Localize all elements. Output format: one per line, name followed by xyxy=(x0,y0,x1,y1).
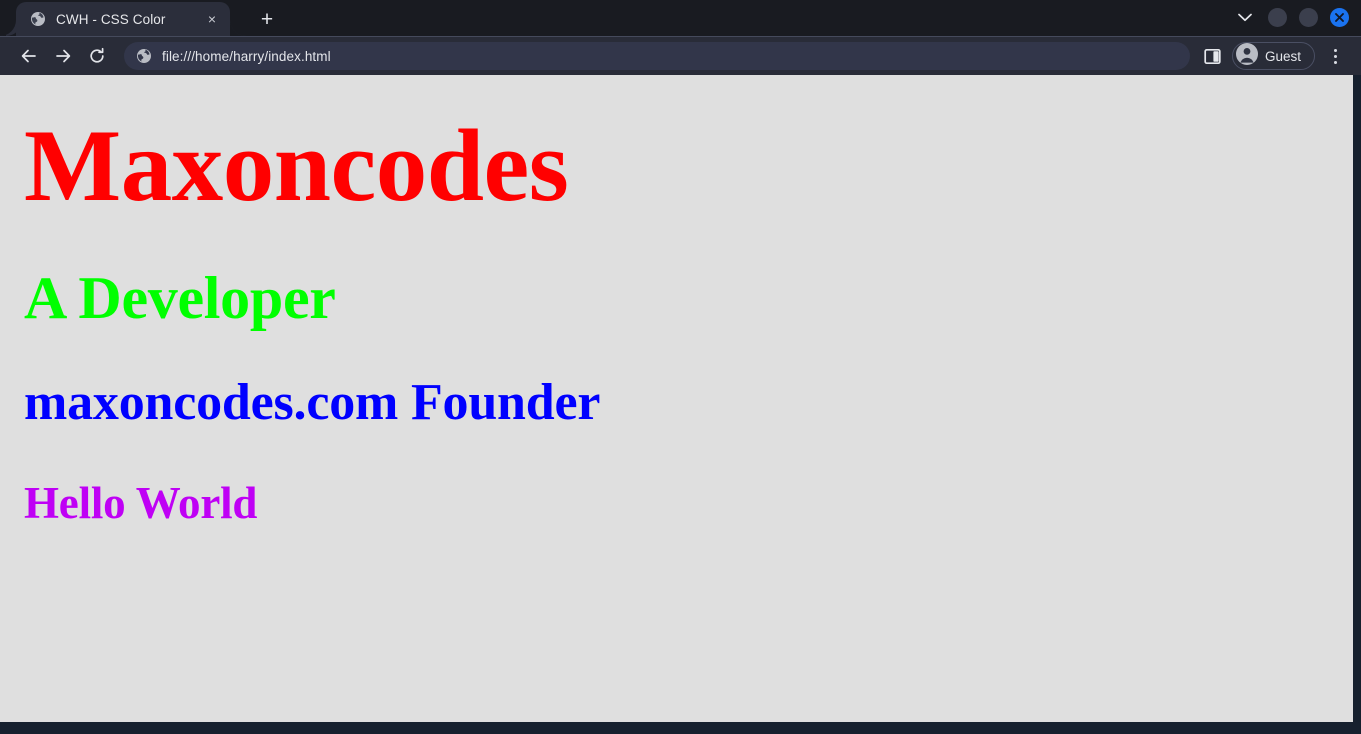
globe-icon xyxy=(136,48,152,64)
close-window-button[interactable] xyxy=(1330,7,1349,27)
tab-cwh-css-color[interactable]: CWH - CSS Color × xyxy=(0,2,246,36)
side-panel-icon[interactable] xyxy=(1200,43,1226,69)
toolbar-actions: Guest xyxy=(1200,42,1353,70)
heading-maxoncodes: Maxoncodes xyxy=(24,109,569,223)
more-options-icon[interactable] xyxy=(1321,42,1349,70)
close-icon[interactable]: × xyxy=(202,9,222,29)
tab-strip: CWH - CSS Color × + xyxy=(0,0,1361,36)
tab-title: CWH - CSS Color xyxy=(56,11,166,27)
reload-button[interactable] xyxy=(82,41,112,71)
back-button[interactable] xyxy=(14,41,44,71)
kebab-dot xyxy=(1333,60,1337,64)
kebab-dot xyxy=(1333,48,1337,52)
chevron-down-icon[interactable] xyxy=(1234,6,1256,28)
heading-hello-world: Hello World xyxy=(24,478,258,529)
new-tab-button[interactable]: + xyxy=(252,4,282,34)
page-content: Maxoncodes A Developer maxoncodes.com Fo… xyxy=(0,109,1353,529)
window-frame-bottom xyxy=(0,722,1361,734)
person-avatar xyxy=(1235,42,1258,70)
forward-button[interactable] xyxy=(48,41,78,71)
address-bar[interactable]: file:///home/harry/index.html xyxy=(124,42,1190,70)
kebab-dot xyxy=(1333,54,1337,58)
url-text[interactable]: file:///home/harry/index.html xyxy=(162,49,331,64)
tab-shoulder-left xyxy=(0,20,16,36)
window-frame-right xyxy=(1353,75,1361,734)
globe-icon xyxy=(30,11,46,27)
minimize-button[interactable] xyxy=(1268,7,1287,27)
browser-toolbar: file:///home/harry/index.html Guest xyxy=(0,36,1361,75)
window-controls xyxy=(1234,6,1361,28)
browser-window: CWH - CSS Color × + file:///home/harry/i… xyxy=(0,0,1361,734)
profile-label: Guest xyxy=(1264,48,1301,64)
maximize-button[interactable] xyxy=(1299,7,1318,27)
profile-button[interactable]: Guest xyxy=(1231,42,1315,70)
heading-a-developer: A Developer xyxy=(24,265,336,332)
tab-shoulder-right xyxy=(230,20,246,36)
heading-maxoncodes-founder: maxoncodes.com Founder xyxy=(24,374,601,432)
page-viewport: Maxoncodes A Developer maxoncodes.com Fo… xyxy=(0,75,1353,722)
